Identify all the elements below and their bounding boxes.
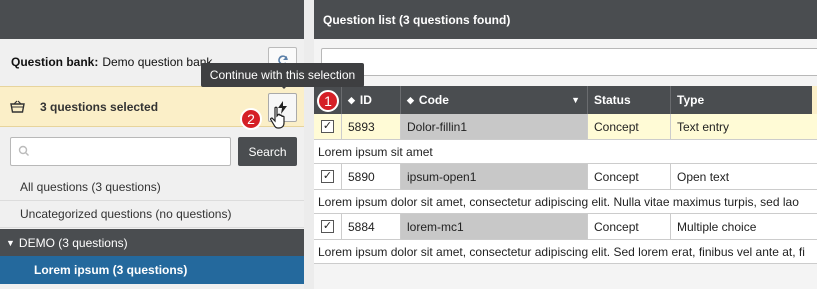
sort-icon: ◆ [348,94,355,105]
right-panel: Question list (3 questions found) ◆ ID ◆ C… [314,0,817,289]
row-code: ipsum-open1 [401,164,588,190]
left-top-bar [0,0,304,39]
row-status: Concept [588,164,671,190]
category-demo[interactable]: ▼ DEMO (3 questions) [0,229,304,256]
column-status-header[interactable]: Status [588,86,671,114]
question-bank-name: Demo question bank [102,55,213,69]
table-header: ◆ ID ◆ Code ▼ Status Type [314,86,817,114]
category-lorem-ipsum[interactable]: Lorem ipsum (3 questions) [0,256,304,284]
row-checkbox[interactable]: ✓ [321,220,334,233]
row-type: Multiple choice [671,214,817,240]
search-icon [18,145,29,156]
row-code: Dolor-fillin1 [401,114,588,140]
table-row[interactable]: ✓ 5884 lorem-mc1 Concept Multiple choice [314,214,817,240]
sort-desc-icon: ▼ [571,95,580,105]
callout-badge-2: 2 [240,108,262,130]
row-description: Lorem ipsum dolor sit amet, consectetur … [314,190,817,214]
row-checkbox[interactable]: ✓ [321,120,334,133]
row-id: 5884 [342,214,401,240]
header-stub [812,86,817,114]
question-list-title: Question list (3 questions found) [314,0,817,39]
panel-divider [304,0,314,289]
column-type-header[interactable]: Type [671,86,817,114]
expand-triangle-icon[interactable]: ▼ [6,238,15,248]
tooltip-arrow [278,83,290,89]
cursor-hand-icon [269,106,285,129]
column-code-header[interactable]: ◆ Code ▼ [401,86,588,114]
category-uncategorized[interactable]: Uncategorized questions (no questions) [0,201,304,228]
row-description: Lorem ipsum dolor sit amet, consectetur … [314,240,817,264]
basket-icon [10,100,25,113]
question-bank-label: Question bank: [11,55,99,69]
sort-icon: ◆ [407,94,414,105]
row-id: 5893 [342,114,401,140]
row-status: Concept [588,214,671,240]
category-search-input[interactable] [10,137,231,166]
question-search-input[interactable] [321,48,817,76]
row-type: Open text [671,164,817,190]
category-all[interactable]: All questions (3 questions) [0,174,304,201]
row-code: lorem-mc1 [401,214,588,240]
row-id: 5890 [342,164,401,190]
row-checkbox[interactable]: ✓ [321,170,334,183]
column-id-header[interactable]: ◆ ID [342,86,401,114]
callout-badge-1: 1 [317,90,339,112]
category-demo-label: DEMO (3 questions) [18,235,128,250]
row-status: Concept [588,114,671,140]
table-row[interactable]: ✓ 5893 Dolor-fillin1 Concept Text entry [314,114,817,140]
row-description: Lorem ipsum sit amet [314,140,817,164]
row-type: Text entry [671,114,817,140]
selection-count: 3 questions selected [40,100,159,114]
table-row[interactable]: ✓ 5890 ipsum-open1 Concept Open text [314,164,817,190]
left-panel: Question bank: Demo question bank 3 ques… [0,0,304,289]
search-button[interactable]: Search [238,137,297,166]
